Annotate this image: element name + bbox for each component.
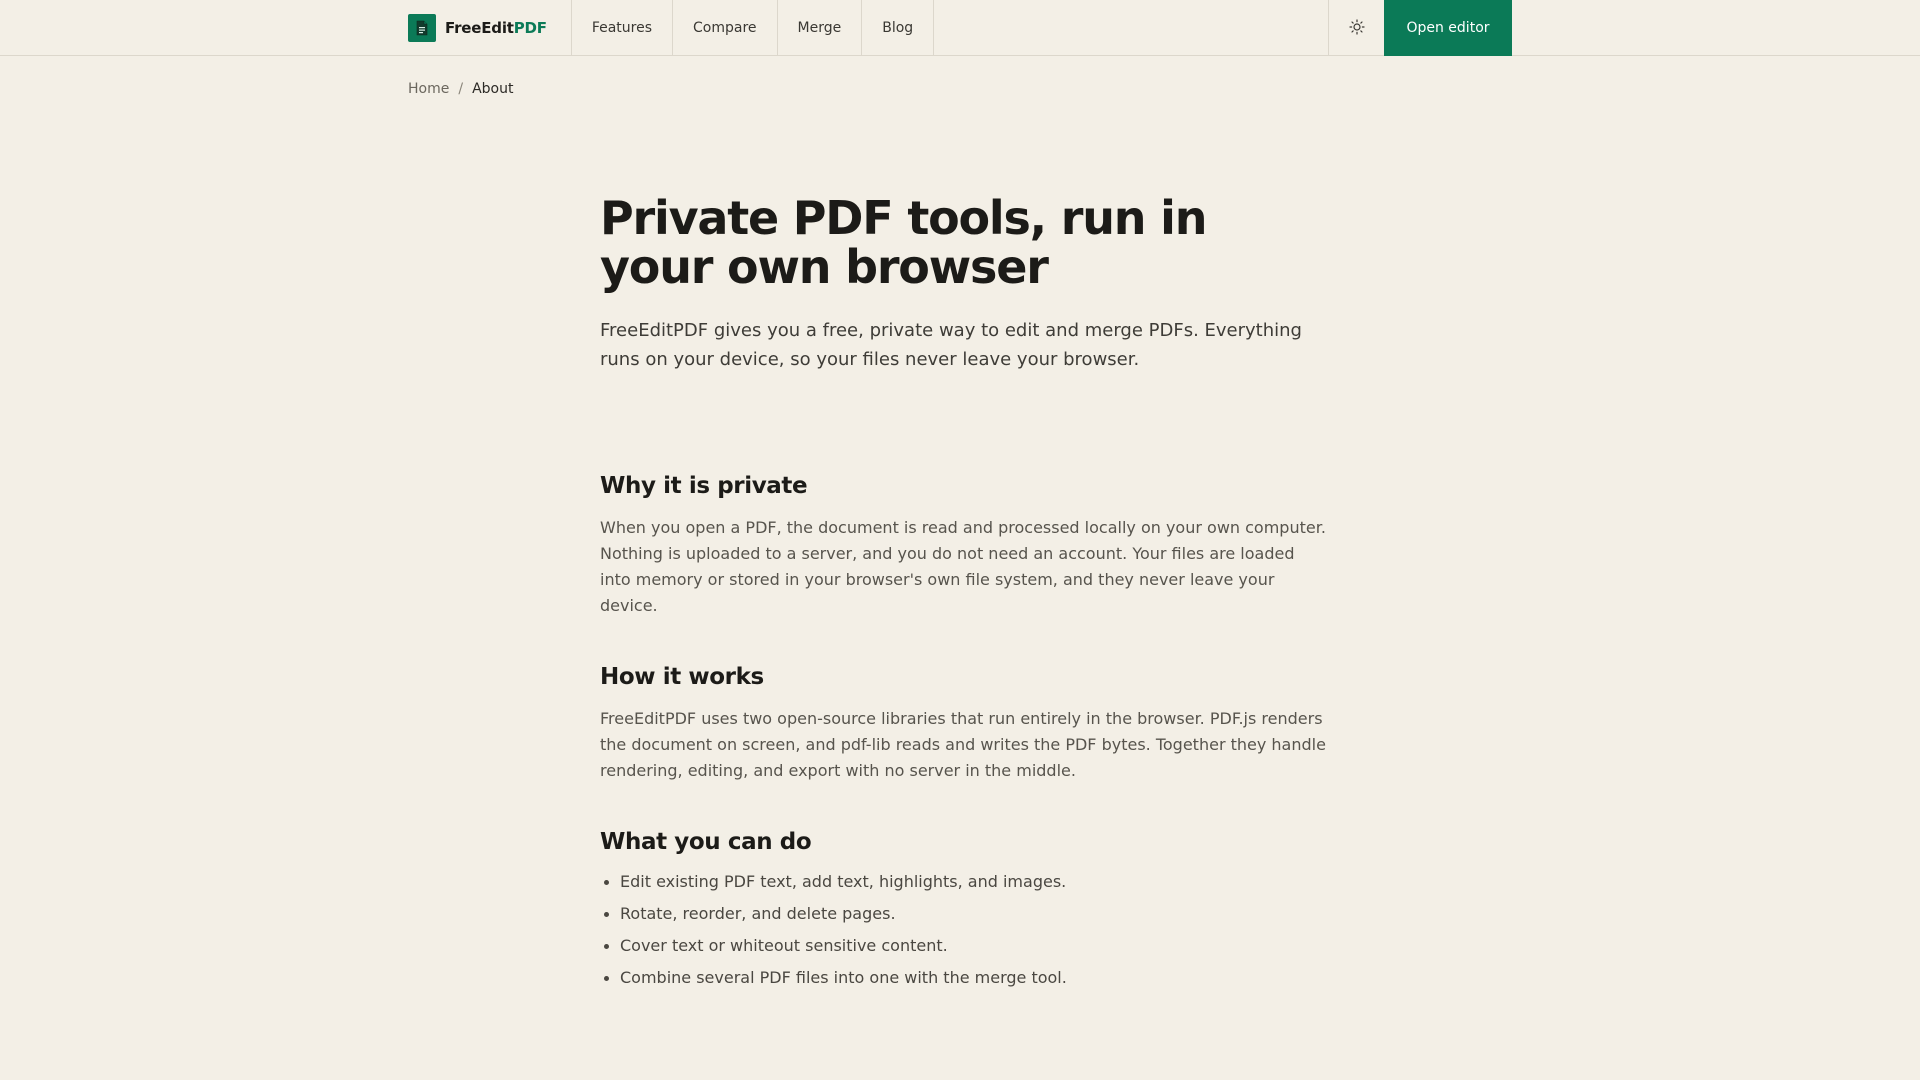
section-title: Why it is private [600, 473, 808, 499]
brand-logo-link[interactable]: FreeEditPDF [408, 0, 572, 56]
feature-list: Edit existing PDF text, add text, highli… [600, 871, 1330, 989]
page-intro: FreeEditPDF gives you a free, private wa… [600, 320, 1302, 370]
open-editor-button[interactable]: Open editor [1384, 0, 1512, 56]
section-what-you-can-do: What you can do Edit existing PDF text, … [600, 827, 1330, 989]
top-navigation: FreeEditPDF Features Compare Merge Blog [0, 0, 1920, 56]
top-navigation-inner: FreeEditPDF Features Compare Merge Blog [408, 0, 1512, 56]
breadcrumb-current: About [472, 81, 514, 97]
section-title: What you can do [600, 829, 812, 855]
section-body: When you open a PDF, the document is rea… [600, 518, 1326, 615]
theme-toggle-button[interactable] [1328, 0, 1384, 56]
nav-link-blog[interactable]: Blog [862, 0, 935, 56]
nav-link-compare[interactable]: Compare [673, 0, 778, 56]
list-item: Rotate, reorder, and delete pages. [600, 903, 1330, 925]
page-title: Private PDF tools, run in your own brows… [600, 191, 1207, 294]
brand-name-primary: FreeEdit [445, 19, 514, 37]
nav-link-features[interactable]: Features [572, 0, 674, 56]
document-icon [408, 14, 436, 42]
about-content: Private PDF tools, run in your own brows… [600, 194, 1330, 999]
breadcrumb-separator: / [458, 81, 464, 97]
section-body: FreeEditPDF uses two open-source librari… [600, 709, 1326, 780]
list-item: Combine several PDF files into one with … [600, 967, 1330, 989]
nav-link-merge[interactable]: Merge [778, 0, 863, 56]
section-how-it-works: How it works FreeEditPDF uses two open-s… [600, 662, 1330, 784]
section-why-private: Why it is private When you open a PDF, t… [600, 471, 1330, 619]
sun-icon [1348, 18, 1365, 38]
brand-name-accent: PDF [513, 19, 547, 37]
breadcrumb-home-link[interactable]: Home [408, 81, 449, 97]
section-title: How it works [600, 664, 764, 690]
brand-name: FreeEditPDF [445, 19, 547, 37]
list-item: Edit existing PDF text, add text, highli… [600, 871, 1330, 893]
list-item: Cover text or whiteout sensitive content… [600, 935, 1330, 957]
breadcrumb: Home / About [408, 81, 513, 97]
